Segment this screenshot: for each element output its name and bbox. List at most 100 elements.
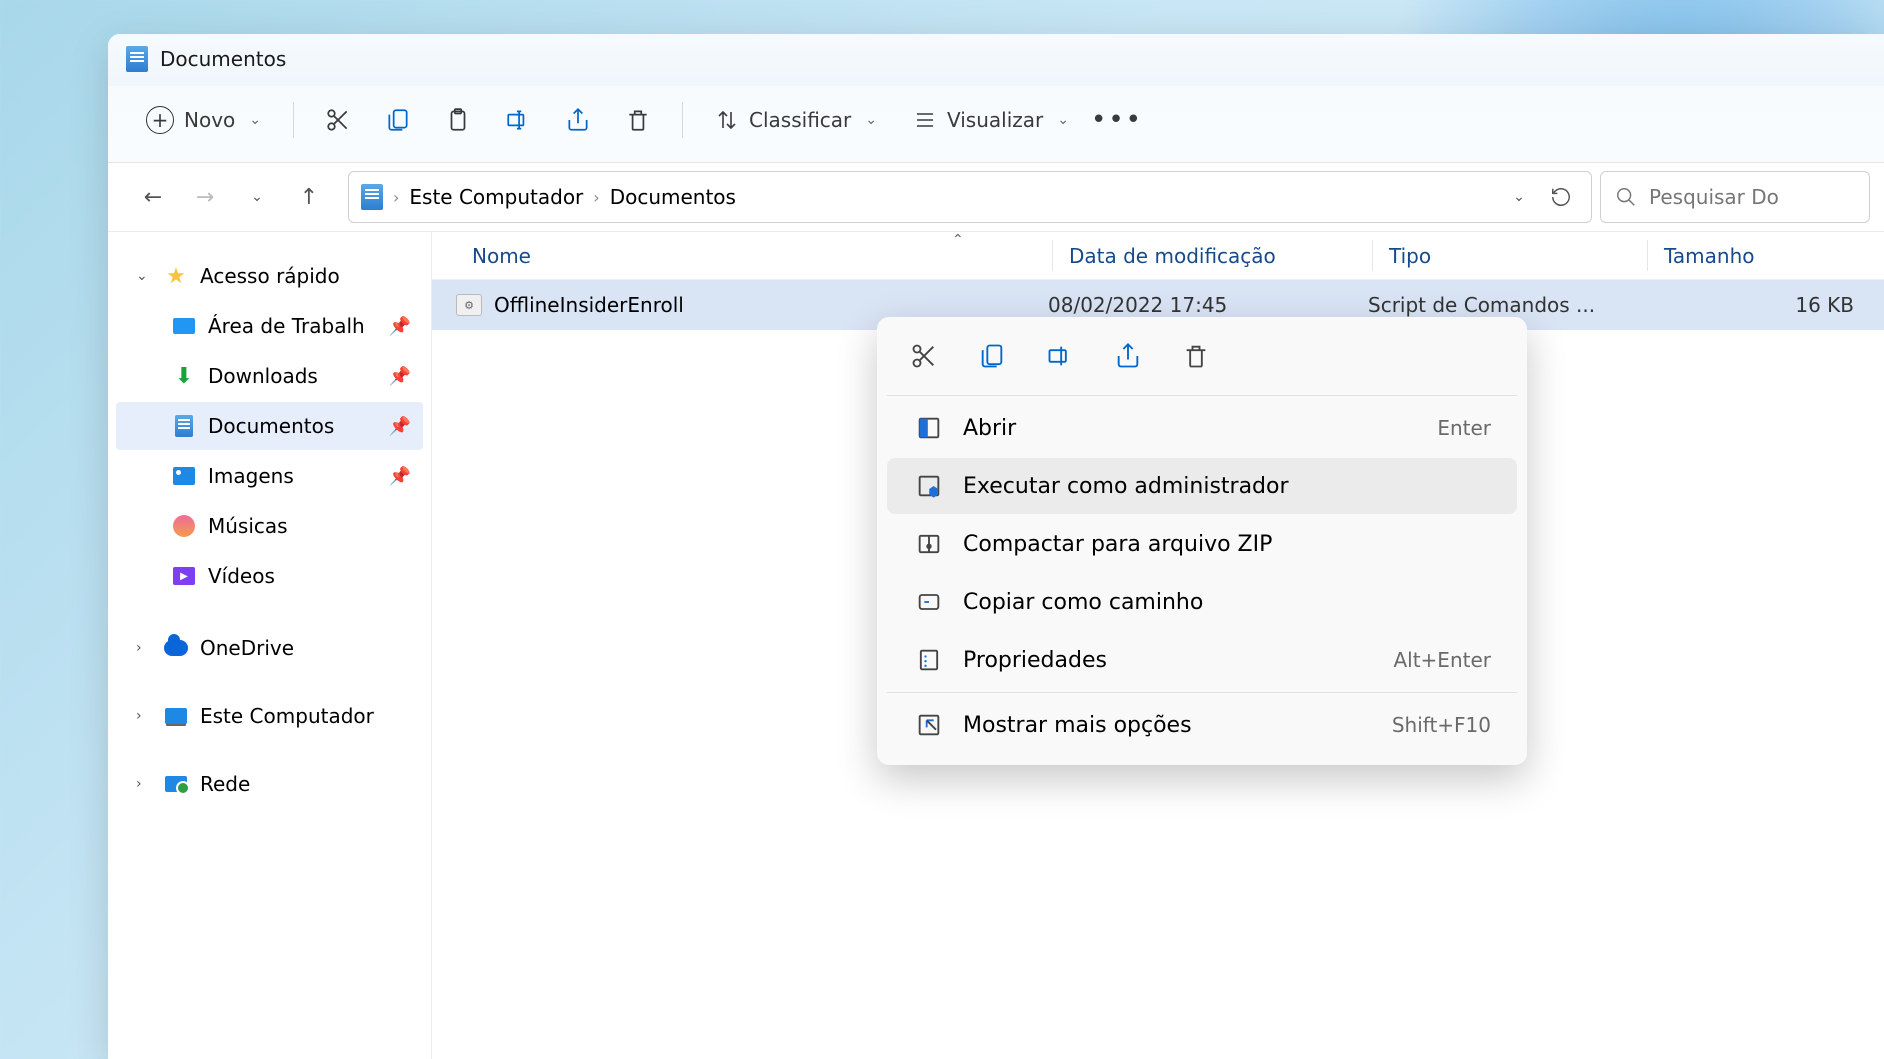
file-list-area: ⌃ Nome Data de modificação Tipo Tamanho … — [432, 232, 1884, 1059]
toolbar-separator — [293, 102, 294, 138]
new-button[interactable]: + Novo ⌄ — [132, 96, 275, 144]
pin-icon: 📌 — [389, 466, 411, 487]
documents-folder-icon — [126, 46, 148, 72]
cut-button[interactable] — [312, 96, 364, 144]
address-bar[interactable]: › Este Computador › Documentos ⌄ — [348, 171, 1592, 223]
up-button[interactable]: ↑ — [288, 176, 330, 218]
copy-button[interactable] — [372, 96, 424, 144]
sort-button[interactable]: Classificar ⌄ — [701, 96, 891, 144]
breadcrumb-current[interactable]: Documentos — [610, 185, 736, 209]
breadcrumb-separator-icon: › — [393, 188, 399, 207]
forward-button[interactable]: → — [184, 176, 226, 218]
sidebar-this-pc[interactable]: › Este Computador — [116, 692, 423, 740]
ctx-label: Abrir — [963, 416, 1016, 441]
more-button[interactable]: ••• — [1091, 96, 1143, 144]
column-size[interactable]: Tamanho — [1647, 240, 1864, 271]
desktop-icon — [172, 314, 196, 338]
address-dropdown[interactable]: ⌄ — [1501, 179, 1537, 215]
file-size: 16 KB — [1627, 293, 1864, 317]
ctx-copy-path[interactable]: Copiar como caminho — [887, 574, 1517, 630]
cmd-script-icon — [456, 294, 482, 316]
ctx-label: Compactar para arquivo ZIP — [963, 532, 1272, 557]
share-button[interactable] — [552, 96, 604, 144]
ctx-run-as-admin[interactable]: Executar como administrador — [887, 458, 1517, 514]
search-box[interactable]: Pesquisar Do — [1600, 171, 1870, 223]
ctx-properties[interactable]: Propriedades Alt+Enter — [887, 632, 1517, 688]
refresh-button[interactable] — [1543, 179, 1579, 215]
ctx-delete-button[interactable] — [1177, 337, 1215, 375]
rename-button[interactable] — [492, 96, 544, 144]
sidebar-label: Imagens — [208, 464, 294, 488]
sidebar-network[interactable]: › Rede — [116, 760, 423, 808]
sort-label: Classificar — [749, 108, 851, 132]
music-icon — [172, 514, 196, 538]
videos-icon — [172, 564, 196, 588]
trash-icon — [1182, 342, 1210, 370]
sidebar-label: Rede — [200, 772, 250, 796]
ctx-compress-zip[interactable]: Compactar para arquivo ZIP — [887, 516, 1517, 572]
delete-button[interactable] — [612, 96, 664, 144]
pin-icon: 📌 — [389, 416, 411, 437]
copy-icon — [385, 107, 411, 133]
column-modified[interactable]: Data de modificação — [1052, 240, 1372, 271]
scissors-icon — [910, 342, 938, 370]
documents-icon — [172, 414, 196, 438]
view-label: Visualizar — [947, 108, 1043, 132]
sidebar-pictures[interactable]: Imagens 📌 — [116, 452, 423, 500]
download-icon: ⬇ — [172, 364, 196, 388]
documents-folder-icon — [361, 184, 383, 210]
ctx-label: Mostrar mais opções — [963, 713, 1192, 738]
copy-path-icon — [915, 588, 943, 616]
file-type: Script de Comandos ... — [1352, 293, 1627, 317]
breadcrumb-root[interactable]: Este Computador — [409, 185, 583, 209]
clipboard-icon — [445, 107, 471, 133]
rename-icon — [1046, 342, 1074, 370]
sidebar-music[interactable]: Músicas — [116, 502, 423, 550]
recent-dropdown[interactable]: ⌄ — [236, 176, 278, 218]
toolbar: + Novo ⌄ Classificar ⌄ V — [108, 86, 1884, 163]
view-button[interactable]: Visualizar ⌄ — [899, 96, 1083, 144]
sidebar-documents[interactable]: Documentos 📌 — [116, 402, 423, 450]
share-icon — [565, 107, 591, 133]
list-icon — [913, 108, 937, 132]
ctx-open[interactable]: Abrir Enter — [887, 400, 1517, 456]
sidebar: ⌄ ★ Acesso rápido Área de Trabalh 📌 ⬇ Do… — [108, 232, 432, 1059]
ctx-label: Propriedades — [963, 648, 1107, 673]
sidebar-videos[interactable]: Vídeos — [116, 552, 423, 600]
refresh-icon — [1550, 186, 1572, 208]
paste-button[interactable] — [432, 96, 484, 144]
back-button[interactable]: ← — [132, 176, 174, 218]
column-name[interactable]: Nome — [472, 244, 1052, 268]
ctx-rename-button[interactable] — [1041, 337, 1079, 375]
ctx-copy-button[interactable] — [973, 337, 1011, 375]
plus-circle-icon: + — [146, 106, 174, 134]
sidebar-desktop[interactable]: Área de Trabalh 📌 — [116, 302, 423, 350]
column-type[interactable]: Tipo — [1372, 240, 1647, 271]
toolbar-separator — [682, 102, 683, 138]
sidebar-label: OneDrive — [200, 636, 294, 660]
ctx-shortcut: Enter — [1437, 416, 1491, 440]
sidebar-label: Área de Trabalh — [208, 314, 365, 338]
sidebar-quick-access[interactable]: ⌄ ★ Acesso rápido — [116, 252, 423, 300]
sort-indicator-icon: ⌃ — [952, 232, 964, 248]
new-button-label: Novo — [184, 108, 235, 132]
pictures-icon — [172, 464, 196, 488]
star-icon: ★ — [164, 264, 188, 288]
ctx-cut-button[interactable] — [905, 337, 943, 375]
search-placeholder: Pesquisar Do — [1649, 185, 1779, 209]
window-title: Documentos — [160, 47, 286, 71]
sort-icon — [715, 108, 739, 132]
file-name: OfflineInsiderEnroll — [494, 293, 684, 317]
context-menu: Abrir Enter Executar como administrador … — [877, 317, 1527, 765]
search-icon — [1615, 186, 1637, 208]
ctx-show-more[interactable]: Mostrar mais opções Shift+F10 — [887, 697, 1517, 753]
titlebar: Documentos — [108, 34, 1884, 86]
chevron-down-icon: ⌄ — [136, 268, 152, 284]
ctx-share-button[interactable] — [1109, 337, 1147, 375]
chevron-down-icon: ⌄ — [1057, 112, 1069, 128]
chevron-down-icon: ⌄ — [865, 112, 877, 128]
ctx-shortcut: Alt+Enter — [1393, 648, 1491, 672]
ctx-label: Executar como administrador — [963, 474, 1289, 499]
sidebar-onedrive[interactable]: › OneDrive — [116, 624, 423, 672]
sidebar-downloads[interactable]: ⬇ Downloads 📌 — [116, 352, 423, 400]
